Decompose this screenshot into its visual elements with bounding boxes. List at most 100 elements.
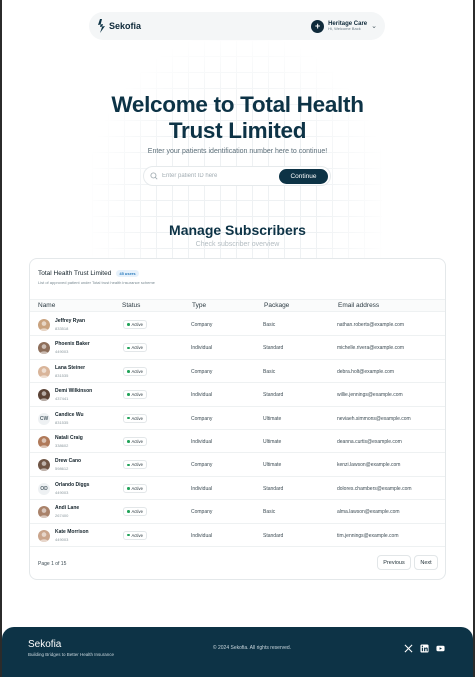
status-badge: Active	[123, 343, 147, 353]
subscriber-id: 449003	[55, 536, 69, 542]
linkedin-icon[interactable]	[420, 644, 429, 653]
avatar: OD	[38, 482, 50, 495]
status-dot-icon	[127, 416, 130, 420]
subscriber-type: Individual	[191, 345, 213, 352]
subscriber-package: Ultimate	[263, 415, 282, 422]
subscriber-id: 437441	[55, 396, 69, 402]
subscriber-package: Ultimate	[263, 462, 282, 469]
brand-name: Sekofia	[109, 21, 142, 31]
subscriber-name: Orlando Diggs	[55, 481, 90, 488]
status-label: Active	[131, 345, 143, 351]
subscriber-type: Individual	[191, 485, 213, 492]
table-row[interactable]: Natali Craig 338602 Active Individual Ultima…	[30, 430, 445, 454]
table-row[interactable]: Phoenix Baker 449003 Active Individual Stand…	[30, 336, 445, 360]
x-icon[interactable]	[404, 644, 413, 653]
status-label: Active	[131, 392, 143, 398]
status-dot-icon	[127, 370, 130, 373]
table-row[interactable]: Drew Cano 598612 Active Company Ultimate kenz…	[30, 453, 445, 477]
subscriber-package: Standard	[263, 345, 284, 352]
avatar	[38, 365, 50, 378]
status-badge: Active	[123, 366, 147, 376]
table-row[interactable]: Kate Morrison 449003 Active Individual Stand…	[30, 524, 445, 547]
subscriber-type: Individual	[191, 392, 213, 399]
status-badge: Active	[123, 320, 147, 329]
column-header-name[interactable]: Name	[38, 302, 55, 309]
chevron-down-icon: ⌄	[371, 23, 377, 30]
hero-subtitle: Enter your patients identification numbe…	[147, 148, 328, 155]
subscriber-email: debra.holt@example.com	[337, 368, 395, 375]
subscriber-package: Basic	[263, 368, 276, 375]
card-title: Total Health Trust Limited	[38, 270, 112, 277]
subscriber-type: Individual	[191, 439, 213, 445]
status-badge: Active	[123, 413, 147, 423]
status-badge: Active	[123, 530, 147, 540]
subscriber-name: Demi Wilkinson	[55, 388, 93, 395]
avatar: CW	[38, 412, 50, 425]
subscriber-id: 833518	[55, 326, 69, 331]
next-button[interactable]: Next	[414, 555, 438, 570]
subscriber-package: Basic	[263, 322, 276, 328]
subscriber-email: michelle.rivera@example.com	[337, 345, 405, 352]
subscriber-name: Drew Cano	[55, 458, 82, 465]
brand[interactable]: Sekofia	[97, 19, 141, 33]
manage-subtitle: Check subscriber overview	[195, 241, 280, 248]
subscriber-type: Company	[191, 368, 213, 375]
org-logo-icon: +	[311, 19, 325, 33]
status-label: Active	[131, 509, 143, 515]
subscriber-name: Lana Steiner	[55, 364, 86, 371]
previous-button[interactable]: Previous	[377, 555, 411, 570]
column-header-status[interactable]: Status	[122, 302, 140, 309]
column-header-type[interactable]: Type	[192, 302, 206, 309]
table-row[interactable]: Andi Lane 267400 Active Company Basic alma.la…	[30, 500, 445, 524]
status-dot-icon	[127, 346, 130, 350]
subscriber-type: Company	[191, 462, 213, 469]
continue-button[interactable]: Continue	[279, 169, 328, 184]
table-row[interactable]: Demi Wilkinson 437441 Active Individual Stan…	[30, 383, 445, 407]
column-header-package[interactable]: Package	[264, 302, 289, 309]
avatar	[38, 436, 50, 448]
subscriber-name: Candice Wu	[55, 411, 84, 418]
subscriber-email: neviaeh.simmons@example.com	[337, 415, 411, 422]
subscriber-id: 338602	[55, 443, 69, 448]
subscribers-card: Total Health Trust Limited 45 users List…	[29, 258, 446, 580]
subscriber-id: 831535	[55, 372, 69, 378]
page-info: Page 1 of 15	[38, 561, 67, 567]
patient-search: Continue	[143, 166, 331, 186]
search-icon	[150, 172, 158, 180]
status-badge: Active	[123, 483, 147, 493]
avatar	[38, 389, 50, 402]
table-row[interactable]: Jeffrey Ryan 833518 Active Company Basic nath…	[30, 313, 445, 337]
subscriber-name: Andi Lane	[55, 505, 80, 512]
patient-id-input[interactable]	[162, 173, 272, 179]
status-dot-icon	[127, 323, 130, 326]
status-badge: Active	[123, 390, 147, 400]
subscriber-type: Company	[191, 415, 213, 422]
org-switcher[interactable]: + Heritage Care Hi, Welcome Back ⌄	[311, 19, 377, 33]
youtube-icon[interactable]	[436, 644, 445, 653]
column-header-email[interactable]: Email address	[338, 302, 379, 309]
status-label: Active	[131, 462, 143, 468]
hero-title-line1: Welcome to Total Health	[111, 92, 364, 117]
table-header: Name Status Type Package Email address	[30, 299, 445, 312]
subscriber-name: Natali Craig	[55, 435, 83, 441]
subscriber-email: alma.lawson@example.com	[337, 509, 400, 516]
status-dot-icon	[127, 487, 130, 490]
table-row[interactable]: Lana Steiner 831535 Active Company Basic debr…	[30, 360, 445, 384]
table-row[interactable]: CW Candice Wu 831535 Active Company Ultimate n…	[30, 407, 445, 430]
status-dot-icon	[127, 440, 130, 443]
subscriber-name: Phoenix Baker	[55, 341, 90, 348]
page: Sekofia + Heritage Care Hi, Welcome Back…	[2, 0, 473, 677]
subscriber-package: Standard	[263, 532, 284, 539]
subscriber-package: Standard	[263, 392, 284, 399]
subscriber-email: tim.jennings@example.com	[337, 532, 399, 539]
subscriber-email: kenzi.lawson@example.com	[337, 462, 401, 469]
subscriber-id: 267400	[55, 513, 69, 519]
subscriber-type: Individual	[191, 532, 213, 539]
subscriber-id: 831535	[55, 419, 69, 425]
avatar	[38, 459, 50, 472]
table-row[interactable]: OD Orlando Diggs 449003 Active Individual Sta…	[30, 477, 445, 501]
user-count-badge: 45 users	[116, 270, 139, 277]
status-dot-icon	[127, 463, 130, 467]
subscriber-type: Company	[191, 322, 213, 328]
hero-title: Welcome to Total Health Trust Limited	[62, 92, 413, 144]
